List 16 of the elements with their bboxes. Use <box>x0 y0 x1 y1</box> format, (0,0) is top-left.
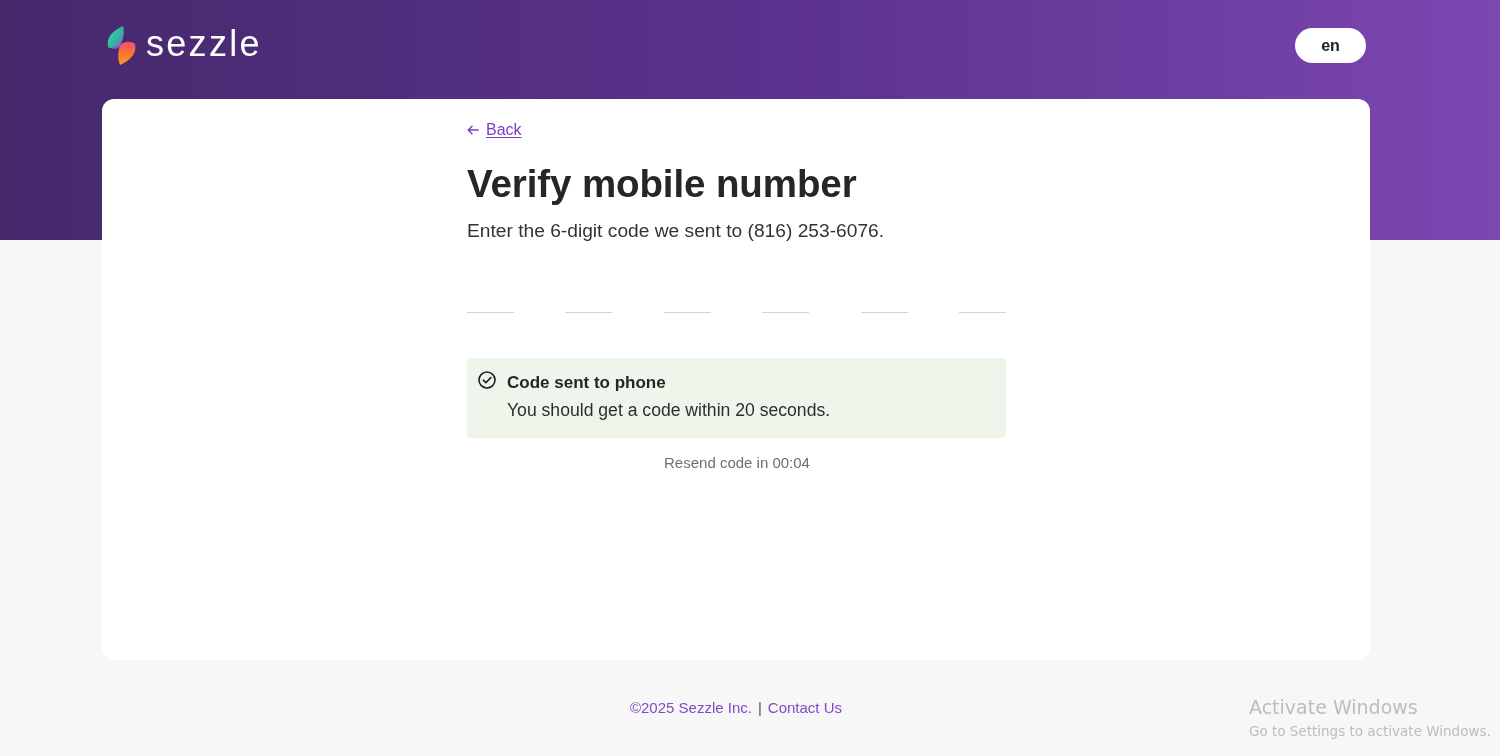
back-link[interactable]: Back <box>467 121 522 139</box>
arrow-left-icon <box>467 125 479 135</box>
separator-text: | <box>757 698 762 718</box>
notice-message: You should get a code within 20 seconds. <box>507 400 831 420</box>
logo-wordmark: sezzle <box>146 25 262 66</box>
check-circle-icon <box>478 371 496 389</box>
language-button[interactable]: en <box>1295 28 1366 63</box>
notice-title: Code sent to phone <box>507 373 667 393</box>
contact-link[interactable]: Contact Us <box>767 698 843 718</box>
leaf-logo-icon <box>106 26 137 65</box>
copyright-text: ©2025 Sezzle Inc. <box>629 698 752 718</box>
resend-timer-text: Resend code in 00:04 <box>664 454 810 472</box>
activation-title: Activate Windows <box>1249 695 1419 719</box>
instructions-text: Enter the 6-digit code we sent to (816) 253-6076. <box>467 219 886 243</box>
activation-message: Go to Settings to activate Windows. <box>1249 722 1491 740</box>
page-title: Verify mobile number <box>467 161 858 207</box>
